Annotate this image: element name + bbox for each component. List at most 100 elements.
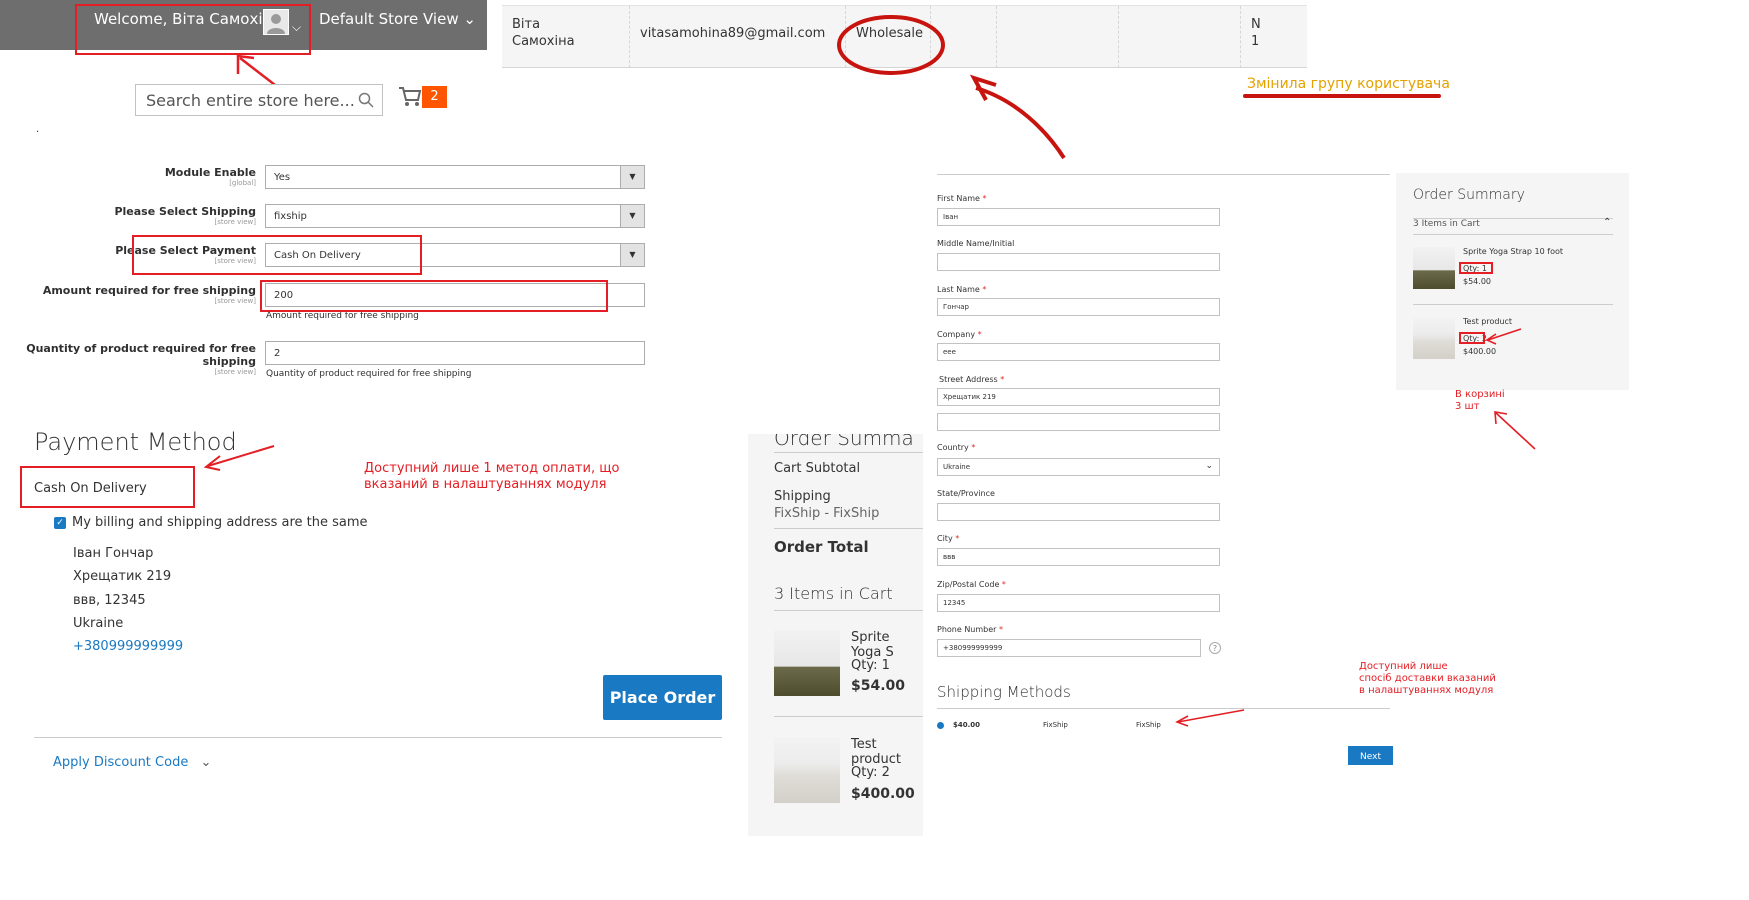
phone-input[interactable]: +380999999999 xyxy=(937,639,1201,657)
store-switcher[interactable]: Default Store View ⌄ xyxy=(319,10,476,28)
free-amount-note: Amount required for free shipping xyxy=(266,311,419,321)
free-shipping-qty-input[interactable]: 2 xyxy=(265,341,645,365)
cell-name: Віта Самохіна xyxy=(502,6,630,68)
country-select[interactable]: Ukraine ⌄ xyxy=(937,458,1220,476)
first-name-input[interactable]: Іван xyxy=(937,208,1220,226)
street-input-2[interactable] xyxy=(937,413,1220,431)
product-qty: Qty: 1 xyxy=(851,658,890,673)
apply-discount-toggle[interactable]: Apply Discount Code ⌄ xyxy=(53,755,211,770)
annotation-box-payment xyxy=(132,235,422,275)
order-summary-title: Order Summary xyxy=(1413,187,1525,203)
config-fragment: . xyxy=(36,124,40,135)
config-label-module-enable: Module Enable [global] xyxy=(164,166,256,187)
items-in-cart-toggle[interactable]: 3 Items in Cart xyxy=(1413,219,1480,229)
annotation-underline xyxy=(1243,94,1441,98)
label-middle-name: Middle Name/Initial xyxy=(937,239,1015,248)
config-label-free-qty: Quantity of product required for free sh… xyxy=(26,342,256,376)
divider xyxy=(774,528,923,529)
cart-subtotal-label: Cart Subtotal xyxy=(774,461,861,476)
annotation-box-amount xyxy=(260,280,608,312)
chevron-down-icon: ⌄ xyxy=(1205,461,1213,471)
help-icon[interactable]: ? xyxy=(1209,642,1221,654)
address-name: Іван Гончар xyxy=(73,546,154,561)
shipping-label: Shipping xyxy=(774,489,831,504)
annotation-arrow-cod xyxy=(203,445,275,471)
dropdown-arrow-icon[interactable]: ▼ xyxy=(620,205,644,227)
annotation-box-qty2 xyxy=(1459,332,1485,344)
address-street: Хрещатик 219 xyxy=(73,569,172,584)
cart-count-badge[interactable]: 2 xyxy=(422,86,447,108)
checkbox-checked-icon[interactable]: ✓ xyxy=(54,517,66,529)
order-summary-right: Order Summary 3 Items in Cart ⌃ Sprite Y… xyxy=(1396,173,1629,390)
label-street: Street Address * xyxy=(939,375,1005,384)
chevron-up-icon[interactable]: ⌃ xyxy=(1603,217,1611,228)
divider xyxy=(1413,304,1613,305)
radio-selected-icon[interactable] xyxy=(937,722,944,729)
cart-icon[interactable] xyxy=(398,86,422,108)
annotation-box-welcome xyxy=(75,4,311,55)
annotation-payment-note: Доступний лише 1 метод оплати, що вказани… xyxy=(364,461,620,492)
divider xyxy=(774,610,923,611)
annotation-box-cod xyxy=(20,466,195,508)
chevron-down-icon: ⌄ xyxy=(200,755,212,770)
annotation-arrow-shipping xyxy=(1175,709,1245,727)
divider xyxy=(1413,234,1613,235)
label-country: Country * xyxy=(937,443,976,452)
next-button[interactable]: Next xyxy=(1348,746,1393,765)
state-input[interactable] xyxy=(937,503,1220,521)
shipping-methods-title: Shipping Methods xyxy=(937,683,1071,701)
search-input[interactable]: Search entire store here... xyxy=(135,84,383,116)
city-input[interactable]: ввв xyxy=(937,548,1220,566)
address-phone-link[interactable]: +380999999999 xyxy=(73,639,183,654)
annotation-box-qty1 xyxy=(1459,262,1493,274)
label-first-name: First Name * xyxy=(937,194,987,203)
address-city-zip: ввв, 12345 xyxy=(73,593,146,608)
order-summary-title: Order Summa xyxy=(774,434,914,450)
dropdown-arrow-icon[interactable]: ▼ xyxy=(620,244,644,266)
divider xyxy=(937,174,1390,175)
cell-empty-3 xyxy=(1119,6,1241,68)
annotation-arrow-qty2 xyxy=(1485,328,1522,345)
module-enable-select[interactable]: Yes ▼ xyxy=(265,165,645,189)
address-country: Ukraine xyxy=(73,616,124,631)
place-order-button[interactable]: Place Order xyxy=(603,675,722,720)
shipping-method-title: FixShip xyxy=(1136,721,1161,729)
label-state: State/Province xyxy=(937,489,995,498)
shipping-method-carrier: FixShip xyxy=(1043,721,1068,729)
label-city: City * xyxy=(937,534,960,543)
free-qty-note: Quantity of product required for free sh… xyxy=(266,369,472,379)
search-icon[interactable] xyxy=(358,92,374,108)
annotation-arrow-cart xyxy=(1494,411,1536,450)
label-zip: Zip/Postal Code * xyxy=(937,580,1006,589)
product-name: Sprite Yoga S xyxy=(851,630,894,660)
middle-name-input[interactable] xyxy=(937,253,1220,271)
config-label-shipping: Please Select Shipping [store view] xyxy=(114,205,256,226)
product-thumbnail xyxy=(774,630,840,696)
shipping-select[interactable]: fixship ▼ xyxy=(265,204,645,228)
divider xyxy=(937,708,1390,709)
product-thumbnail xyxy=(1413,317,1455,359)
config-label-free-amount: Amount required for free shipping [store … xyxy=(42,284,256,305)
cell-email: vitasamohina89@gmail.com xyxy=(630,6,846,68)
dropdown-arrow-icon[interactable]: ▼ xyxy=(620,166,644,188)
label-company: Company * xyxy=(937,330,982,339)
divider xyxy=(774,452,923,453)
items-in-cart-label: 3 Items in Cart xyxy=(774,584,893,603)
product-price: $54.00 xyxy=(851,678,906,694)
shipping-method-label: FixShip - FixShip xyxy=(774,506,880,521)
product-thumbnail xyxy=(1413,247,1455,289)
annotation-shipping-note: Доступний лише спосіб доставки вказаний в … xyxy=(1359,661,1496,696)
order-total-label: Order Total xyxy=(774,538,869,556)
label-phone: Phone Number * xyxy=(937,625,1004,634)
annotation-group-note: Змінила групу користувача xyxy=(1247,76,1450,92)
last-name-input[interactable]: Гончар xyxy=(937,298,1220,316)
product-name: Sprite Yoga Strap 10 foot xyxy=(1463,247,1564,256)
zip-input[interactable]: 12345 xyxy=(937,594,1220,612)
divider xyxy=(34,737,722,738)
order-summary-middle: Order Summa Cart Subtotal Shipping FixSh… xyxy=(748,434,923,836)
street-input-1[interactable]: Хрещатик 219 xyxy=(937,388,1220,406)
company-input[interactable]: еее xyxy=(937,343,1220,361)
annotation-circle-arrow xyxy=(837,15,1066,160)
product-price: $400.00 xyxy=(1463,347,1497,356)
product-price: $54.00 xyxy=(1463,277,1491,286)
